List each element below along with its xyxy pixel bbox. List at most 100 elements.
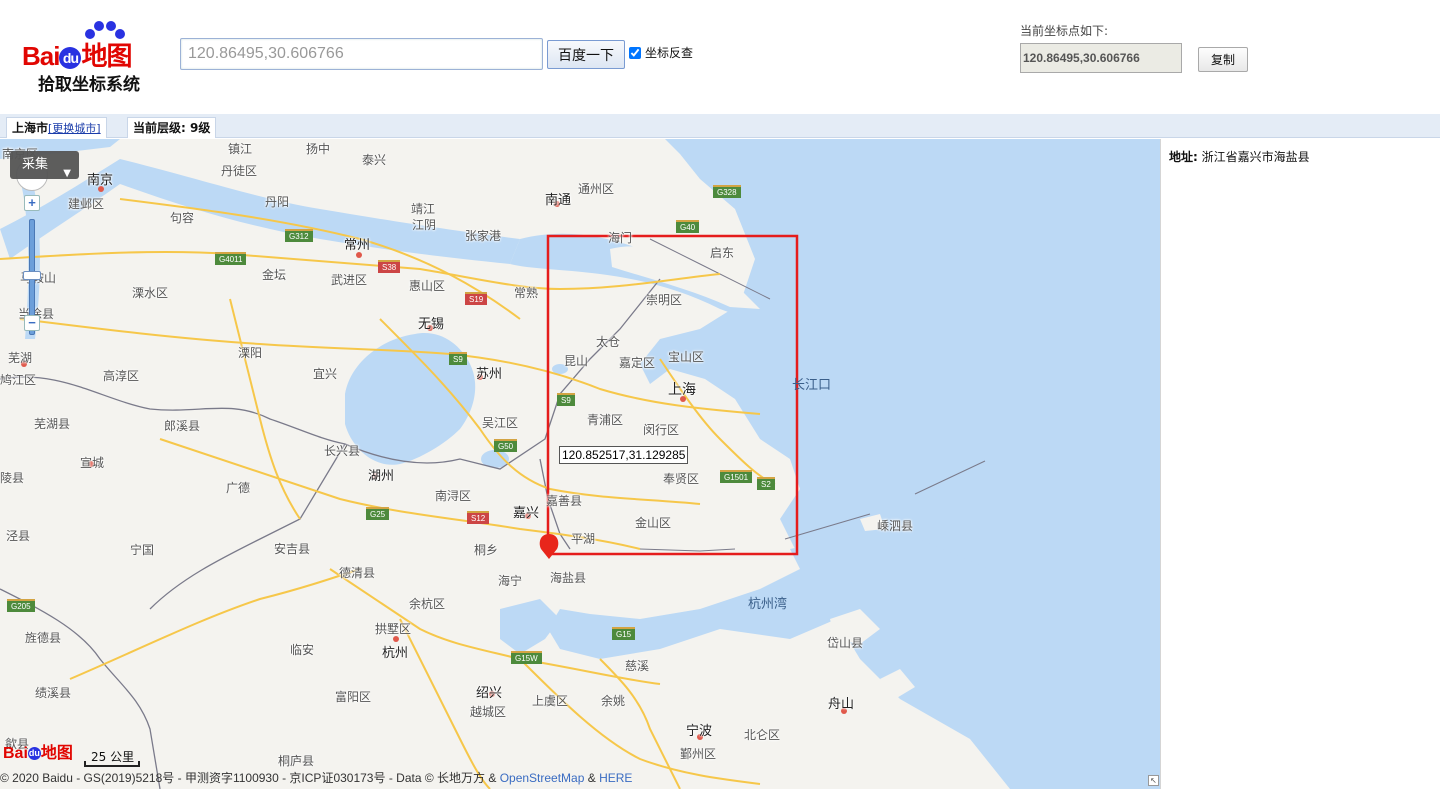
road-shield: G312 xyxy=(285,229,313,242)
map-label: 慈溪 xyxy=(625,659,650,673)
map-label: 启东 xyxy=(710,246,735,260)
road-shield: S38 xyxy=(378,260,401,273)
map-label: 常州 xyxy=(344,238,371,253)
map-label: 北仑区 xyxy=(744,728,781,742)
map-label: 上虞区 xyxy=(532,694,569,708)
zoom-out-button[interactable]: − xyxy=(24,315,40,331)
zoom-level-label: 当前层级: xyxy=(133,121,186,135)
map-label: 泰兴 xyxy=(362,153,387,167)
map-label: 靖江 xyxy=(411,202,436,216)
map-label: 鸠江区 xyxy=(0,373,37,387)
road-shield: G50 xyxy=(494,439,518,452)
map-copyright: © 2020 Baidu - GS(2019)5218号 - 甲测资字11009… xyxy=(0,771,633,785)
map-label: 句容 xyxy=(170,211,195,225)
here-link[interactable]: HERE xyxy=(599,771,632,785)
map-label: 泾县 xyxy=(6,529,31,543)
road-shield: S2 xyxy=(757,477,775,490)
map-label: 安吉县 xyxy=(274,542,311,556)
search-input[interactable] xyxy=(180,38,543,70)
address-label: 地址: xyxy=(1169,150,1198,164)
road-shield: S9 xyxy=(449,352,467,365)
city-bar: 上海市[更换城市] 当前层级: 9级 xyxy=(0,114,1440,138)
reverse-lookup-checkbox[interactable] xyxy=(629,46,641,59)
map-label: 嘉兴 xyxy=(513,506,540,521)
map-label: 通州区 xyxy=(578,182,615,196)
road-shield: G205 xyxy=(7,599,35,612)
road-shield: S9 xyxy=(557,393,575,406)
map-label: 旌德县 xyxy=(25,631,62,645)
map-label: 惠山区 xyxy=(409,279,446,293)
copy-button[interactable]: 复制 xyxy=(1198,47,1248,72)
zoom-slider-handle[interactable] xyxy=(23,271,41,280)
map-label: 绍兴 xyxy=(476,686,503,701)
map-label: 宣城 xyxy=(80,456,105,470)
road-shield: G4011 xyxy=(215,252,247,265)
map-label: 崇明区 xyxy=(646,293,683,307)
logo-subtitle: 拾取坐标系统 xyxy=(38,75,140,95)
map-label: 绩溪县 xyxy=(35,686,72,700)
coordinate-tooltip: 120.852517,31.129285 xyxy=(559,446,689,464)
map-label: 扬中 xyxy=(306,142,331,156)
map-label: 桐乡 xyxy=(474,543,499,557)
zoom-level-value: 9级 xyxy=(190,121,211,135)
map-label: 郎溪县 xyxy=(164,419,201,433)
map-label: 吴江区 xyxy=(482,416,519,430)
map-label: 建邺区 xyxy=(68,197,105,211)
map-label: 嵊泗县 xyxy=(877,519,914,533)
map-label: 陵县 xyxy=(0,471,25,485)
resize-icon[interactable]: ↖ xyxy=(1148,775,1159,786)
map-label: 湖州 xyxy=(368,469,395,484)
header: Baidu地图 拾取坐标系统 百度一下 坐标反查 当前坐标点如下: 120.86… xyxy=(0,0,1440,114)
search-button[interactable]: 百度一下 xyxy=(547,40,625,69)
map-label: 南通 xyxy=(545,193,572,208)
osm-link[interactable]: OpenStreetMap xyxy=(500,771,585,785)
map-label: 越城区 xyxy=(470,705,507,719)
road-shield: G15 xyxy=(612,627,636,640)
map-label: 昆山 xyxy=(564,354,589,368)
map-label: 金山区 xyxy=(635,516,672,530)
map-label: 青浦区 xyxy=(587,413,624,427)
reverse-lookup-toggle[interactable]: 坐标反查 xyxy=(629,44,693,61)
zoom-in-button[interactable]: + xyxy=(24,195,40,211)
city-name: 上海市 xyxy=(12,121,49,135)
map-label: 嘉定区 xyxy=(619,356,656,370)
map-label: 武进区 xyxy=(331,273,368,287)
map-label: 太仓 xyxy=(596,335,621,349)
map-label: 宝山区 xyxy=(668,350,705,364)
map-label: 余姚 xyxy=(601,694,626,708)
map-label: 岱山县 xyxy=(827,636,864,650)
map-label: 闵行区 xyxy=(643,423,680,437)
map-label: 长江口 xyxy=(792,378,832,393)
map-label: 南浔区 xyxy=(435,489,472,503)
map-label: 杭州湾 xyxy=(748,597,788,612)
current-city: 上海市[更换城市] xyxy=(6,117,107,138)
current-coord-title: 当前坐标点如下: xyxy=(1020,24,1109,38)
collect-label: 采集 xyxy=(22,157,49,172)
road-shield: G328 xyxy=(713,185,741,198)
map-label: 鄞州区 xyxy=(680,747,717,761)
map-label: 平湖 xyxy=(571,532,596,546)
map-label: 常熟 xyxy=(514,286,539,300)
map-label: 芜湖县 xyxy=(34,417,71,431)
map-label: 宁波 xyxy=(686,724,713,739)
map-label: 溧水区 xyxy=(132,286,169,300)
map-label: 德清县 xyxy=(339,566,376,580)
map-label: 溧阳 xyxy=(238,346,263,360)
map-label: 舟山 xyxy=(828,697,855,712)
map-label: 宜兴 xyxy=(313,367,338,381)
map-label: 海盐县 xyxy=(550,571,587,585)
road-shield: S12 xyxy=(467,511,490,524)
road-shield: G15W xyxy=(511,651,542,664)
road-shield: G1501 xyxy=(720,470,753,483)
map-label: 富阳区 xyxy=(335,690,372,704)
collect-dropdown-button[interactable]: 采集 ▼ xyxy=(10,151,79,179)
map-label: 高淳区 xyxy=(103,369,140,383)
current-coord-field[interactable]: 120.86495,30.606766 xyxy=(1020,43,1182,73)
map-label: 余杭区 xyxy=(409,597,446,611)
map-label: 广德 xyxy=(226,481,251,495)
map-label: 张家港 xyxy=(465,229,502,243)
map-canvas[interactable]: 南京区 镇江 扬中 泰兴 南京 丹徒区 南通 通州区 建邺区 丹阳 靖江 句容 … xyxy=(0,139,1160,789)
map-label: 上海 xyxy=(668,382,696,398)
baidu-map-logo[interactable]: Bai du 地图 拾取坐标系统 xyxy=(22,18,172,98)
change-city-link[interactable]: [更换城市] xyxy=(48,122,101,135)
